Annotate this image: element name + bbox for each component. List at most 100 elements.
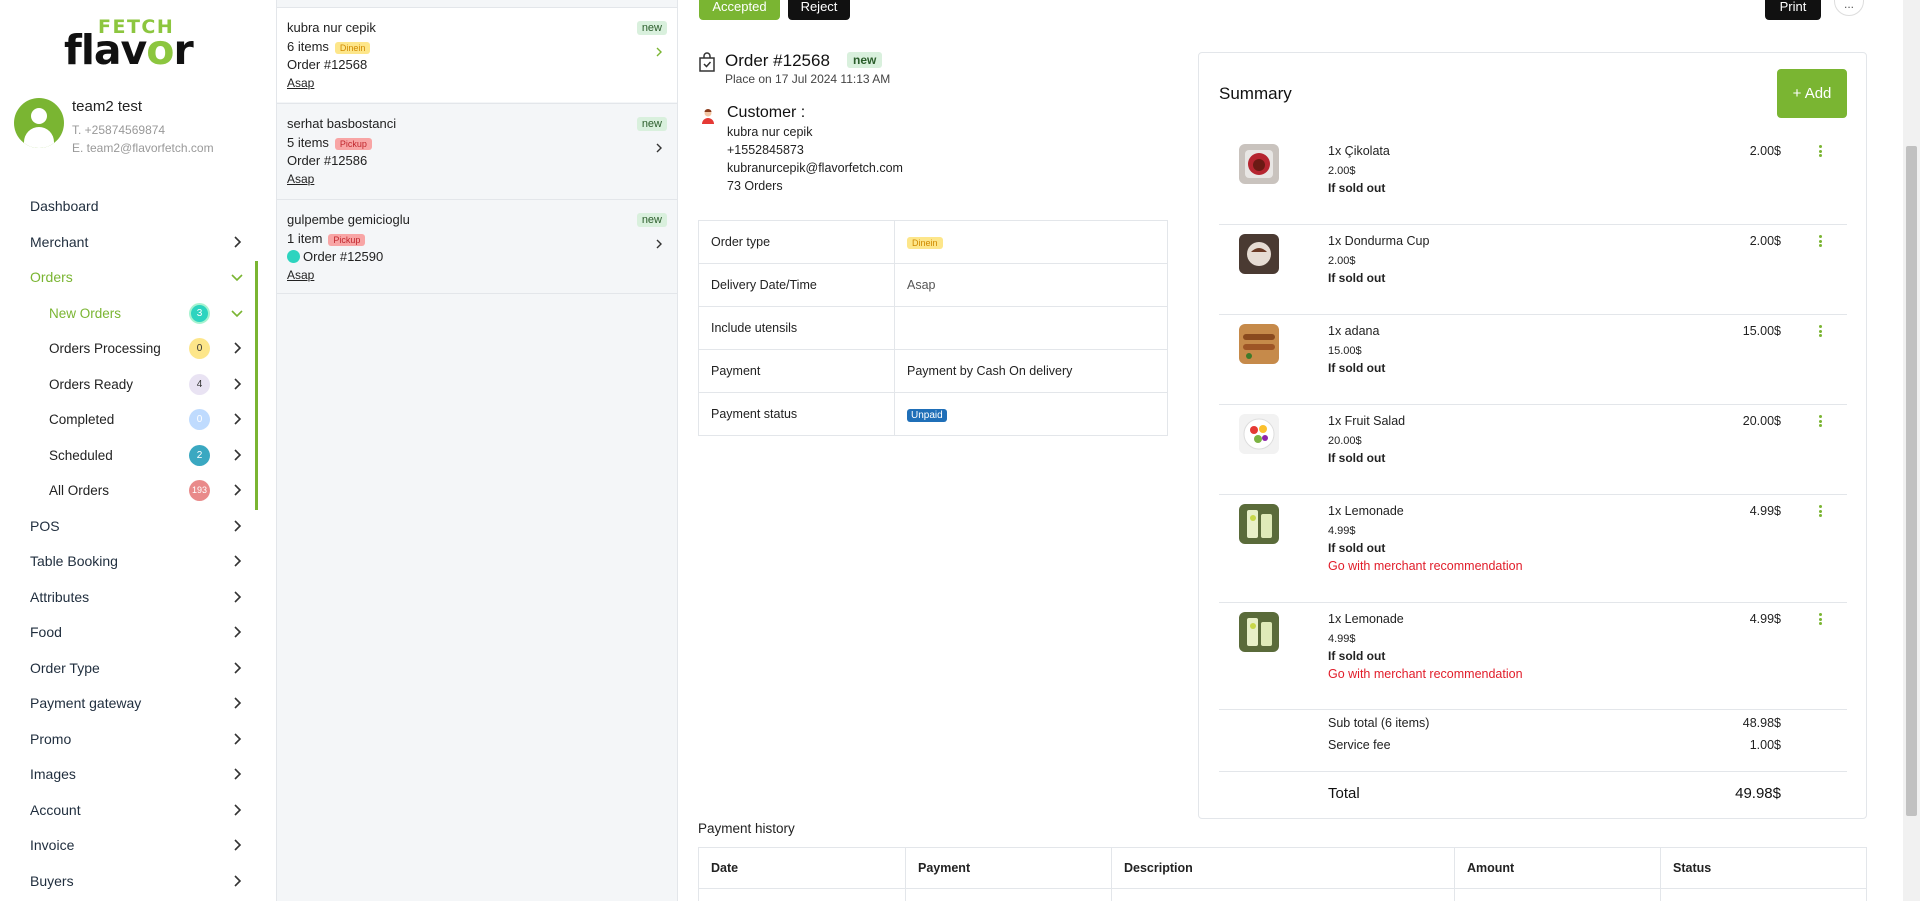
order-number: Order #12568 bbox=[287, 57, 368, 72]
chevron-right-icon bbox=[653, 46, 665, 58]
user-name: team2 test bbox=[72, 98, 143, 115]
info-label: Delivery Date/Time bbox=[698, 263, 895, 307]
table-row: Order type Dinein bbox=[698, 220, 1168, 264]
chevron-right-icon bbox=[230, 448, 244, 462]
sidebar-item-invoice[interactable]: Invoice bbox=[0, 830, 258, 860]
sidebar-item-promo[interactable]: Promo bbox=[0, 724, 258, 754]
chevron-right-icon bbox=[230, 874, 244, 888]
order-when-link[interactable]: Asap bbox=[287, 172, 314, 186]
sidebar-item-buyers[interactable]: Buyers bbox=[0, 866, 258, 896]
payment-history-title: Payment history bbox=[698, 821, 795, 836]
item-name: 1x Lemonade bbox=[1328, 504, 1404, 518]
count-badge: 0 bbox=[189, 338, 210, 359]
sidebar-item-table-booking[interactable]: Table Booking bbox=[0, 546, 258, 576]
info-label: Payment status bbox=[698, 392, 895, 436]
chevron-right-icon bbox=[230, 235, 244, 249]
order-placed-date: Place on 17 Jul 2024 11:13 AM bbox=[725, 72, 891, 86]
summary-title: Summary bbox=[1219, 84, 1292, 103]
item-unit-price: 2.00$ bbox=[1328, 255, 1356, 267]
list-item[interactable]: serhat basbostanci 5 items Pickup Order #… bbox=[277, 103, 677, 198]
order-customer: gulpembe gemicioglu bbox=[287, 212, 410, 227]
sidebar-item-new-orders[interactable]: New Orders 3 bbox=[0, 298, 258, 328]
list-item[interactable]: kubra nur cepik 6 items Dinein Order #125… bbox=[277, 7, 677, 102]
sidebar-item-account[interactable]: Account bbox=[0, 795, 258, 825]
item-sold-out-option: If sold out bbox=[1328, 181, 1386, 195]
table-row: Include utensils bbox=[698, 306, 1168, 350]
sidebar-item-all-orders[interactable]: All Orders 193 bbox=[0, 475, 258, 505]
order-when-link[interactable]: Asap bbox=[287, 268, 314, 282]
item-amount: 2.00$ bbox=[1749, 234, 1781, 248]
item-sold-out-option: If sold out bbox=[1328, 451, 1386, 465]
scrollbar[interactable] bbox=[1903, 0, 1920, 901]
chevron-right-icon bbox=[230, 519, 244, 533]
sidebar-item-order-type[interactable]: Order Type bbox=[0, 653, 258, 683]
item-menu-icon[interactable] bbox=[1819, 505, 1823, 519]
sidebar-item-scheduled[interactable]: Scheduled 2 bbox=[0, 440, 258, 470]
brand-logo[interactable]: FETCH flavor bbox=[64, 16, 194, 74]
subtotal-value: 48.98$ bbox=[1742, 716, 1781, 730]
food-image bbox=[1239, 414, 1279, 454]
sidebar-item-orders-processing[interactable]: Orders Processing 0 bbox=[0, 333, 258, 363]
sidebar-item-payment-gateway[interactable]: Payment gateway bbox=[0, 688, 258, 718]
order-type-badge: Pickup bbox=[334, 137, 372, 150]
sidebar-item-orders[interactable]: Orders bbox=[0, 262, 258, 292]
sidebar-item-attributes[interactable]: Attributes bbox=[0, 582, 258, 612]
sidebar-item-pos[interactable]: POS bbox=[0, 511, 258, 541]
chevron-right-icon bbox=[230, 412, 244, 426]
add-item-button[interactable]: + Add bbox=[1777, 69, 1847, 118]
table-header-row: Date Payment Description Amount Status bbox=[698, 847, 1867, 889]
item-recommendation-note: Go with merchant recommendation bbox=[1328, 667, 1523, 681]
chevron-right-icon bbox=[230, 696, 244, 710]
customer-orders-link[interactable]: 73 Orders bbox=[727, 179, 783, 193]
chevron-down-icon bbox=[230, 306, 244, 320]
reject-button[interactable]: Reject bbox=[788, 0, 850, 20]
item-unit-price: 20.00$ bbox=[1328, 435, 1362, 447]
scrollbar-thumb[interactable] bbox=[1906, 146, 1917, 816]
item-menu-icon[interactable] bbox=[1819, 613, 1823, 627]
chevron-right-icon bbox=[230, 732, 244, 746]
chevron-right-icon bbox=[230, 341, 244, 355]
sidebar-item-merchant[interactable]: Merchant bbox=[0, 227, 258, 257]
count-badge: 0 bbox=[189, 409, 210, 430]
table-row: Delivery Date/Time Asap bbox=[698, 263, 1168, 307]
order-when-link[interactable]: Asap bbox=[287, 76, 314, 90]
sidebar-item-images[interactable]: Images bbox=[0, 759, 258, 789]
list-item: 1x Lemonade 4.99$ If sold out Go with me… bbox=[1219, 603, 1847, 710]
chevron-down-icon bbox=[230, 270, 244, 284]
customer-heading: Customer : bbox=[727, 104, 806, 121]
order-number: Order #12586 bbox=[287, 153, 368, 168]
sidebar-item-completed[interactable]: Completed 0 bbox=[0, 404, 258, 434]
divider bbox=[1219, 771, 1847, 772]
sidebar-item-food[interactable]: Food bbox=[0, 617, 258, 647]
print-button[interactable]: Print bbox=[1765, 0, 1821, 20]
sidebar-item-dashboard[interactable]: Dashboard bbox=[0, 191, 258, 221]
accepted-button[interactable]: Accepted bbox=[699, 0, 780, 20]
item-name: 1x Çikolata bbox=[1328, 144, 1390, 158]
item-menu-icon[interactable] bbox=[1819, 325, 1823, 339]
list-item: 1x Fruit Salad 20.00$ If sold out 20.00$ bbox=[1219, 405, 1847, 495]
order-type-badge: Pickup bbox=[328, 233, 366, 246]
item-name: 1x Lemonade bbox=[1328, 612, 1404, 626]
item-menu-icon[interactable] bbox=[1819, 415, 1823, 429]
food-image bbox=[1239, 144, 1279, 184]
chevron-right-icon bbox=[230, 554, 244, 568]
column-header: Payment bbox=[905, 847, 1112, 889]
chevron-right-icon bbox=[653, 238, 665, 250]
avatar[interactable] bbox=[14, 98, 64, 148]
order-type-badge: Dinein bbox=[334, 41, 371, 54]
sidebar-item-orders-ready[interactable]: Orders Ready 4 bbox=[0, 369, 258, 399]
chevron-right-icon bbox=[230, 590, 244, 604]
item-menu-icon[interactable] bbox=[1819, 145, 1823, 159]
logo-flavor-text: flavor bbox=[64, 26, 194, 74]
column-header: Amount bbox=[1454, 847, 1661, 889]
info-label: Order type bbox=[698, 220, 895, 264]
sidebar: FETCH flavor team2 test T. +25874569874 … bbox=[0, 0, 258, 901]
food-image bbox=[1239, 234, 1279, 274]
more-options-icon[interactable]: ... bbox=[1834, 0, 1864, 16]
food-image bbox=[1239, 504, 1279, 544]
item-menu-icon[interactable] bbox=[1819, 235, 1823, 249]
payment-value: Payment by Cash On delivery bbox=[894, 349, 1168, 393]
list-item[interactable]: gulpembe gemicioglu 1 item Pickup Order #… bbox=[277, 199, 677, 294]
status-badge: new bbox=[636, 213, 667, 227]
food-image bbox=[1239, 324, 1279, 364]
